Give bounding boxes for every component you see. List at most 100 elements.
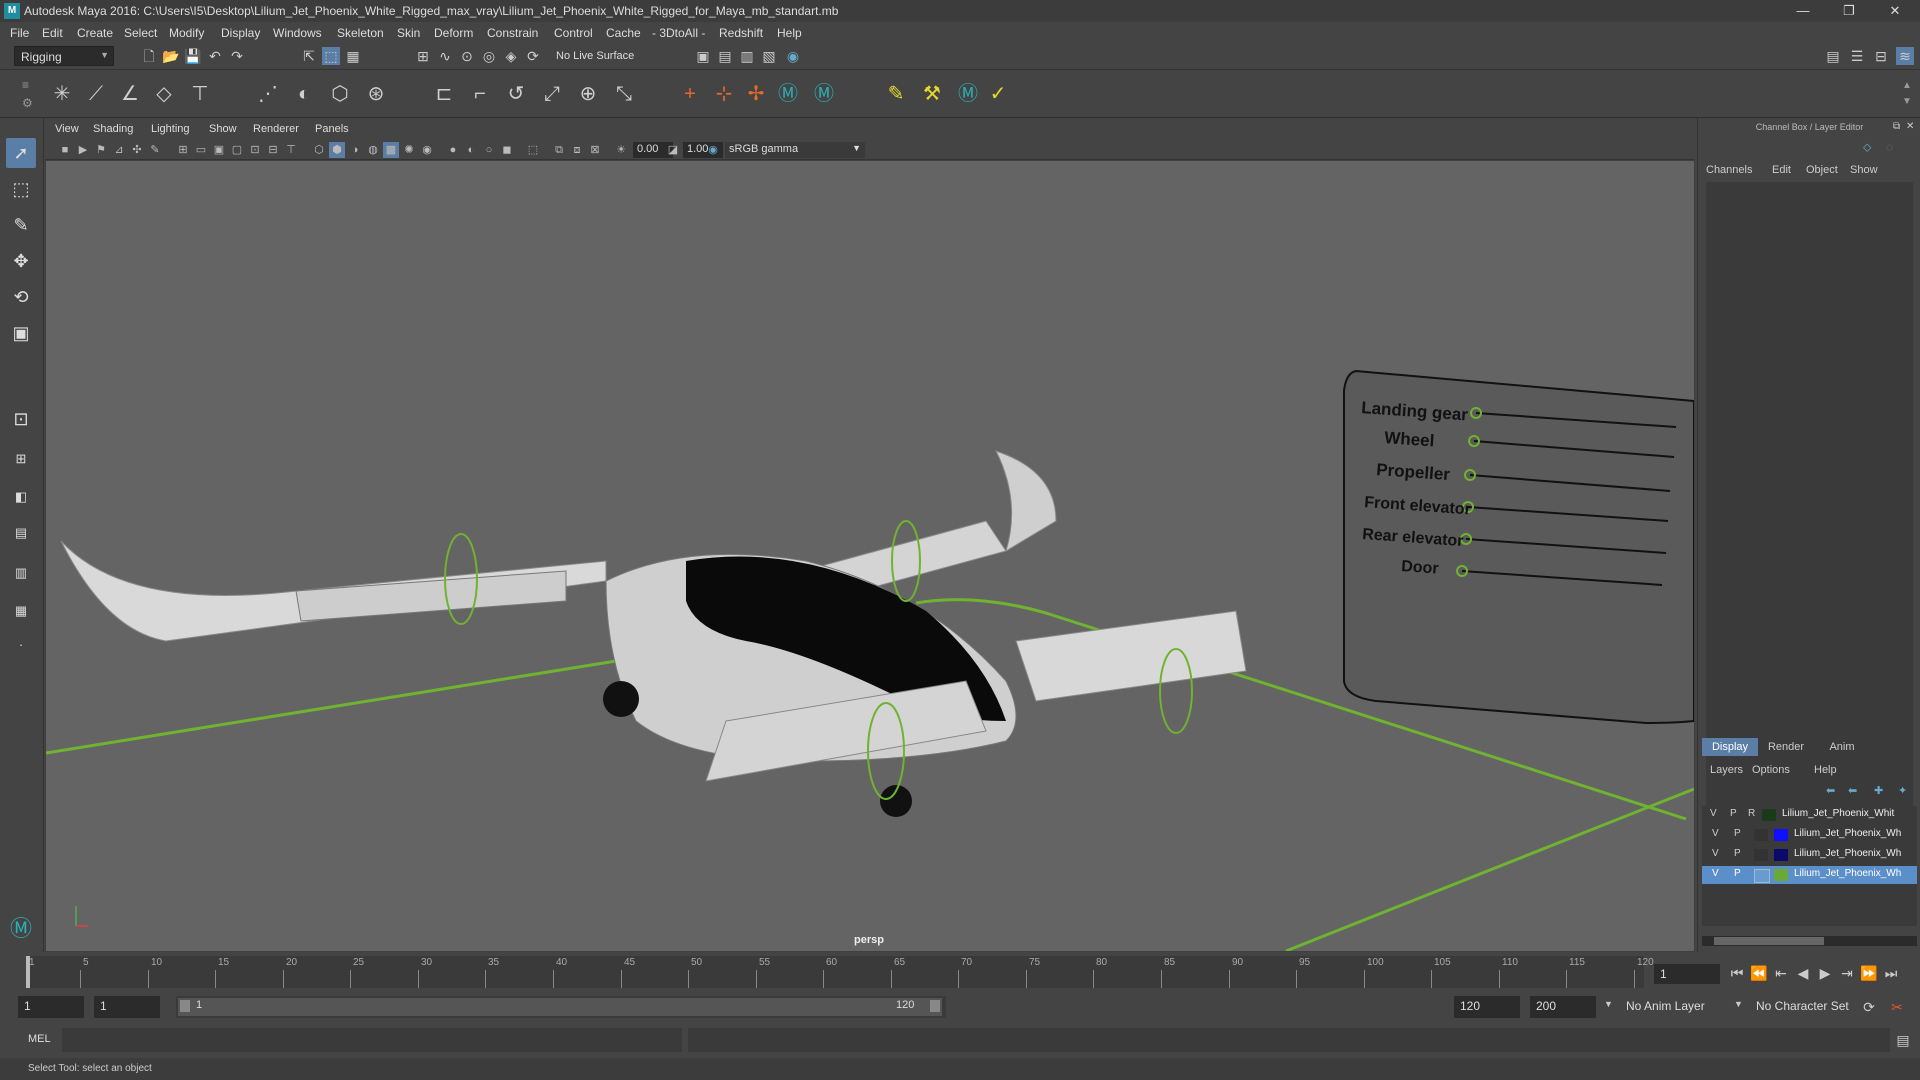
- range-bar[interactable]: 1 120: [176, 996, 946, 1018]
- animation-preferences-icon[interactable]: ✂: [1888, 998, 1906, 1016]
- menu-modify[interactable]: Modify: [169, 26, 204, 40]
- layer-name[interactable]: Lilium_Jet_Phoenix_Whit: [1782, 808, 1894, 819]
- menu-create[interactable]: Create: [77, 26, 113, 40]
- 2d-pan-icon[interactable]: ✣: [129, 142, 145, 158]
- menu-file[interactable]: File: [10, 26, 29, 40]
- snap-grid-icon[interactable]: ⊞: [414, 47, 432, 65]
- layers-menu[interactable]: Layers: [1710, 764, 1743, 776]
- chevron-down-icon[interactable]: ▼: [1604, 999, 1613, 1009]
- play-forward-icon[interactable]: ▶: [1816, 964, 1834, 982]
- range-end-handle[interactable]: [930, 1000, 940, 1012]
- select-component-icon[interactable]: ▦: [344, 47, 362, 65]
- snap-surface-icon[interactable]: ◈: [502, 47, 520, 65]
- save-scene-icon[interactable]: 💾: [184, 47, 202, 65]
- grid-toggle-icon[interactable]: ⊞: [175, 142, 191, 158]
- xray-joints-icon[interactable]: ⧈: [569, 142, 585, 158]
- menu-edit[interactable]: Edit: [42, 26, 63, 40]
- layer-name[interactable]: Lilium_Jet_Phoenix_Wh: [1794, 828, 1901, 839]
- rotate-tool-icon[interactable]: ⟲: [6, 282, 36, 312]
- layer-color-swatch[interactable]: [1774, 829, 1788, 841]
- field-chart-icon[interactable]: ⊡: [247, 142, 263, 158]
- range-bar-fill[interactable]: [178, 998, 942, 1016]
- safe-action-icon[interactable]: ⊟: [265, 142, 281, 158]
- channel-edit-menu[interactable]: Edit: [1772, 164, 1791, 176]
- auto-key-icon[interactable]: ⟳: [1860, 998, 1878, 1016]
- layer-help-menu[interactable]: Help: [1814, 764, 1837, 776]
- playback-start-field[interactable]: 1: [94, 996, 160, 1018]
- maya-script-icon[interactable]: Ⓜ: [774, 80, 802, 108]
- layer-row[interactable]: V P Lilium_Jet_Phoenix_Wh: [1702, 826, 1917, 844]
- maximize-button[interactable]: ❐: [1826, 0, 1872, 22]
- layer-visibility-toggle[interactable]: V: [1712, 848, 1719, 859]
- menu-redshift[interactable]: Redshift: [719, 26, 763, 40]
- use-lights-icon[interactable]: ✺: [401, 142, 417, 158]
- layer-reference-toggle[interactable]: [1754, 829, 1768, 841]
- render-frame-icon[interactable]: ▣: [694, 47, 712, 65]
- single-view-icon[interactable]: ⊡: [6, 404, 36, 434]
- open-scene-icon[interactable]: 📂: [162, 47, 180, 65]
- film-gate-icon[interactable]: ▭: [193, 142, 209, 158]
- channel-show-menu[interactable]: Show: [1850, 164, 1878, 176]
- joint-tool-icon[interactable]: ✳: [48, 80, 76, 108]
- menu-set-dropdown[interactable]: Rigging ▼: [14, 46, 114, 66]
- image-plane-icon[interactable]: ⊿: [111, 142, 127, 158]
- channel-box-icon[interactable]: ⬦: [1863, 140, 1871, 155]
- menu-skin[interactable]: Skin: [397, 26, 420, 40]
- redo-icon[interactable]: ↷: [228, 47, 246, 65]
- anim-layer-dropdown[interactable]: No Anim Layer: [1620, 996, 1728, 1018]
- bookmark-icon[interactable]: ⚑: [93, 142, 109, 158]
- layer-row-selected[interactable]: V P Lilium_Jet_Phoenix_Wh: [1702, 866, 1917, 884]
- close-button[interactable]: ✕: [1872, 0, 1918, 22]
- layer-row[interactable]: V P R Lilium_Jet_Phoenix_Whit: [1702, 806, 1917, 824]
- maya-script-3-icon[interactable]: Ⓜ: [954, 80, 982, 108]
- layer-name[interactable]: Lilium_Jet_Phoenix_Wh: [1794, 868, 1901, 879]
- layer-color-swatch[interactable]: [1774, 849, 1788, 861]
- character-set-dropdown[interactable]: No Character Set: [1750, 996, 1860, 1018]
- tool-settings-icon[interactable]: ⊟: [1872, 47, 1890, 65]
- range-start-handle[interactable]: [180, 1000, 190, 1012]
- smooth-shade-icon[interactable]: ⬢: [329, 142, 345, 158]
- 3d-viewport[interactable]: Landing gear Wheel Propeller Front eleva…: [46, 161, 1694, 951]
- layer-scroll-thumb[interactable]: [1714, 937, 1824, 945]
- move-tool-icon[interactable]: ✥: [6, 246, 36, 276]
- safe-title-icon[interactable]: ⊤: [283, 142, 299, 158]
- textured-icon[interactable]: ▩: [383, 142, 399, 158]
- panel-menu-shading[interactable]: Shading: [93, 123, 133, 135]
- layer-visibility-toggle[interactable]: V: [1710, 808, 1717, 819]
- step-forward-key-icon[interactable]: ⏩: [1860, 964, 1878, 982]
- close-panel-icon[interactable]: ✕: [1906, 121, 1914, 132]
- wrap-icon[interactable]: ⊛: [362, 80, 390, 108]
- channels-menu[interactable]: Channels: [1706, 164, 1752, 176]
- panel-menu-view[interactable]: View: [55, 123, 79, 135]
- layer-reference-toggle[interactable]: R: [1748, 808, 1755, 819]
- end-time-field[interactable]: 200: [1530, 996, 1596, 1018]
- snap-view-icon[interactable]: ◎: [480, 47, 498, 65]
- locator-icon[interactable]: +: [676, 80, 704, 108]
- step-forward-frame-icon[interactable]: ⇥: [1838, 964, 1856, 982]
- lattice-icon[interactable]: ⬡: [326, 80, 354, 108]
- parent-constraint-icon[interactable]: ⊏: [430, 80, 458, 108]
- gate-mask-icon[interactable]: ▢: [229, 142, 245, 158]
- aim-constraint-icon[interactable]: ⊕: [574, 80, 602, 108]
- layer-playback-toggle[interactable]: P: [1734, 848, 1741, 859]
- time-slider[interactable]: 1 5 10 15 20 25 30 35 40 45 50 55 60 65 70 75 80 85 90 95 10…: [0, 952, 1920, 992]
- lasso-tool-icon[interactable]: ⬚: [6, 174, 36, 204]
- script-language-toggle[interactable]: MEL: [28, 1033, 51, 1045]
- layer-visibility-toggle[interactable]: V: [1712, 868, 1719, 879]
- channel-object-menu[interactable]: Object: [1806, 164, 1838, 176]
- panel-menu-renderer[interactable]: Renderer: [253, 123, 299, 135]
- maya-script-2-icon[interactable]: Ⓜ: [810, 80, 838, 108]
- select-tool-icon[interactable]: ➚: [6, 138, 36, 168]
- paint-weights-icon[interactable]: ⊤: [186, 80, 214, 108]
- view-transform-dropdown[interactable]: sRGB gamma ▼: [725, 142, 865, 158]
- channel-box-toggle-icon[interactable]: ≋: [1896, 47, 1914, 65]
- menu-constrain[interactable]: Constrain: [487, 26, 538, 40]
- panel-menu-lighting[interactable]: Lighting: [151, 123, 190, 135]
- outliner-layout-icon[interactable]: ▤: [6, 518, 36, 548]
- menu-deform[interactable]: Deform: [434, 26, 473, 40]
- current-frame-field[interactable]: 1: [1654, 964, 1720, 984]
- hypershade-icon[interactable]: ▧: [760, 47, 778, 65]
- wireframe-on-shaded-icon[interactable]: ◍: [365, 142, 381, 158]
- new-layer-selected-icon[interactable]: ✦: [1898, 784, 1907, 797]
- attribute-editor-icon[interactable]: ☰: [1848, 47, 1866, 65]
